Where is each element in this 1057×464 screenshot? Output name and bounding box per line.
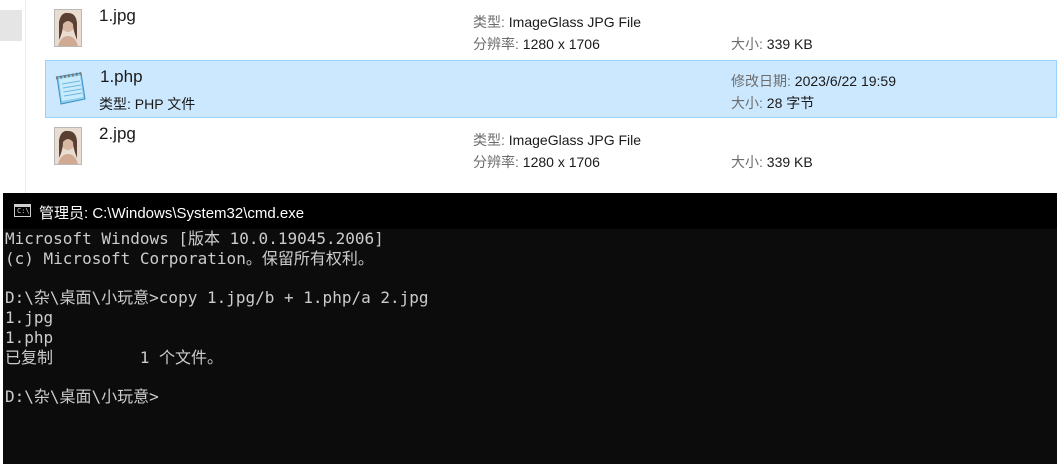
file-resolution: 分辨率: 1280 x 1706: [473, 36, 600, 52]
file-type: 类型: PHP 文件: [99, 96, 196, 112]
cmd-title-bar[interactable]: C:\ 管理员: C:\Windows\System32\cmd.exe: [3, 193, 1057, 229]
file-type: 类型: ImageGlass JPG File: [473, 14, 642, 30]
cmd-window-title: 管理员: C:\Windows\System32\cmd.exe: [39, 205, 305, 222]
file-type: 类型: ImageGlass JPG File: [473, 132, 642, 148]
file-size: 大小: 339 KB: [731, 36, 813, 52]
console-line: D:\杂\桌面\小玩意>copy 1.jpg/b + 1.php/a 2.jpg: [5, 288, 429, 308]
navigation-selected-item[interactable]: [0, 10, 22, 41]
console-line: (c) Microsoft Corporation。保留所有权利。: [5, 248, 374, 268]
file-explorer: 1.jpg 类型: ImageGlass JPG File 分辨率: 1280 …: [0, 0, 1057, 193]
file-name: 2.jpg: [99, 124, 136, 143]
cmd-window[interactable]: C:\ 管理员: C:\Windows\System32\cmd.exe Mic…: [3, 193, 1057, 464]
console-line: Microsoft Windows [版本 10.0.19045.2006]: [5, 229, 384, 248]
file-resolution: 分辨率: 1280 x 1706: [473, 154, 600, 170]
file-row-1-jpg[interactable]: 1.jpg 类型: ImageGlass JPG File 分辨率: 1280 …: [45, 0, 1057, 58]
console-line: 已复制 1 个文件。: [5, 347, 223, 367]
file-row-2-jpg[interactable]: 2.jpg 类型: ImageGlass JPG File 分辨率: 1280 …: [45, 118, 1057, 176]
photo-thumbnail-icon: [54, 127, 82, 165]
console-line: 1.php: [5, 327, 54, 347]
cmd-icon: C:\: [14, 204, 31, 217]
notepad-file-icon: [51, 69, 89, 107]
file-size: 大小: 28 字节: [731, 95, 815, 111]
console-output[interactable]: Microsoft Windows [版本 10.0.19045.2006] (…: [5, 229, 429, 407]
file-name: 1.php: [100, 67, 143, 86]
photo-thumbnail-icon: [54, 9, 82, 47]
file-modified-date: 修改日期: 2023/6/22 19:59: [731, 73, 896, 89]
file-size: 大小: 339 KB: [731, 154, 813, 170]
console-prompt: D:\杂\桌面\小玩意>: [5, 387, 159, 407]
console-line: 1.jpg: [5, 308, 54, 328]
file-name: 1.jpg: [99, 6, 136, 25]
file-row-1-php[interactable]: 1.php 类型: PHP 文件 修改日期: 2023/6/22 19:59 大…: [45, 60, 1057, 118]
navigation-pane: [0, 0, 26, 193]
